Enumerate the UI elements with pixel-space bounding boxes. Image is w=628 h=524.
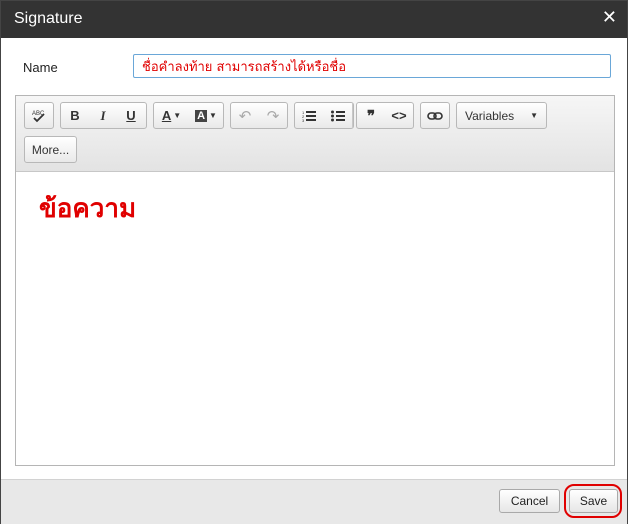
block-group: ❞ <> [356, 102, 414, 129]
text-color-button[interactable]: A ▼ [154, 103, 189, 128]
svg-text:3: 3 [302, 118, 305, 122]
rich-text-editor: ABC B I U A ▼ A ▼ ↶ ↷ 1 2 3 ❞ <> Variabl… [15, 95, 615, 466]
bg-color-icon: A [195, 109, 208, 122]
quote-icon: ❞ [366, 106, 376, 125]
chevron-down-icon: ▼ [173, 111, 182, 120]
chevron-down-icon: ▼ [209, 111, 217, 120]
bg-color-button[interactable]: A ▼ [189, 103, 223, 128]
link-button[interactable] [421, 103, 449, 128]
ordered-list-button[interactable]: 123 [295, 103, 324, 128]
format-group: B I U [60, 102, 147, 129]
history-group: ↶ ↷ [230, 102, 288, 129]
color-group: A ▼ A ▼ [153, 102, 224, 129]
editor-toolbar: ABC B I U A ▼ A ▼ ↶ ↷ 1 2 3 ❞ <> Variabl… [16, 96, 614, 172]
more-group: More... [24, 136, 77, 163]
bullet-list-button[interactable] [324, 103, 353, 128]
spellcheck-group: ABC [24, 102, 54, 129]
text-color-icon: A [161, 108, 172, 123]
bullet-list-icon [330, 110, 345, 121]
list-group: 123 [294, 102, 354, 129]
editor-content-area[interactable]: ข้อความ [16, 172, 614, 465]
cancel-button[interactable]: Cancel [499, 489, 560, 513]
spellcheck-button[interactable]: ABC [25, 103, 53, 128]
variables-dropdown[interactable]: Variables ▼ [457, 103, 546, 128]
dialog-footer: Cancel Save [1, 479, 627, 524]
variables-group: Variables ▼ [456, 102, 547, 129]
editor-content-text: ข้อความ [39, 194, 137, 224]
name-input[interactable] [133, 54, 611, 78]
save-button[interactable]: Save [569, 489, 618, 513]
blockquote-button[interactable]: ❞ [357, 103, 385, 128]
signature-dialog: Signature ✕ Name ABC B I U A [0, 0, 628, 524]
close-icon[interactable]: ✕ [602, 8, 617, 28]
link-icon [427, 111, 443, 120]
undo-button[interactable]: ↶ [231, 103, 259, 128]
italic-button[interactable]: I [89, 103, 117, 128]
name-label: Name [23, 60, 58, 75]
dialog-titlebar: Signature ✕ [1, 1, 627, 38]
ordered-list-icon: 123 [302, 110, 317, 122]
spellcheck-icon: ABC [32, 111, 45, 122]
more-button[interactable]: More... [25, 137, 76, 162]
variables-label: Variables [465, 108, 515, 123]
bold-button[interactable]: B [61, 103, 89, 128]
underline-button[interactable]: U [117, 103, 145, 128]
dialog-title: Signature [14, 10, 83, 27]
redo-button[interactable]: ↷ [259, 103, 287, 128]
code-button[interactable]: <> [385, 103, 413, 128]
chevron-down-icon: ▼ [530, 111, 538, 120]
link-group [420, 102, 450, 129]
